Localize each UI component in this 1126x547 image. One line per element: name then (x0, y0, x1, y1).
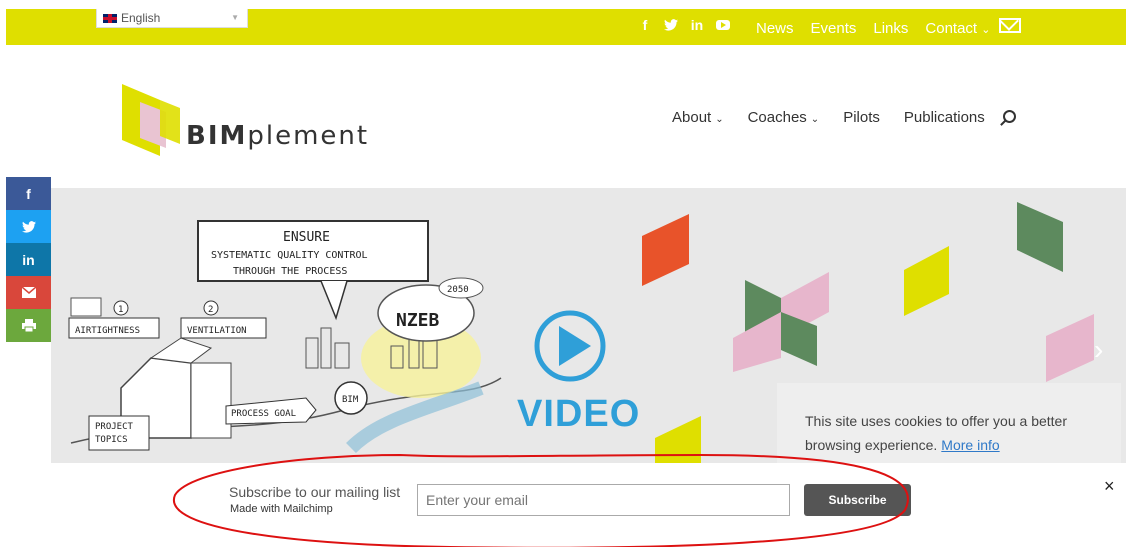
page: English ▼ f in News Events Links Contact… (0, 0, 1126, 547)
annotation-circle (172, 453, 909, 547)
